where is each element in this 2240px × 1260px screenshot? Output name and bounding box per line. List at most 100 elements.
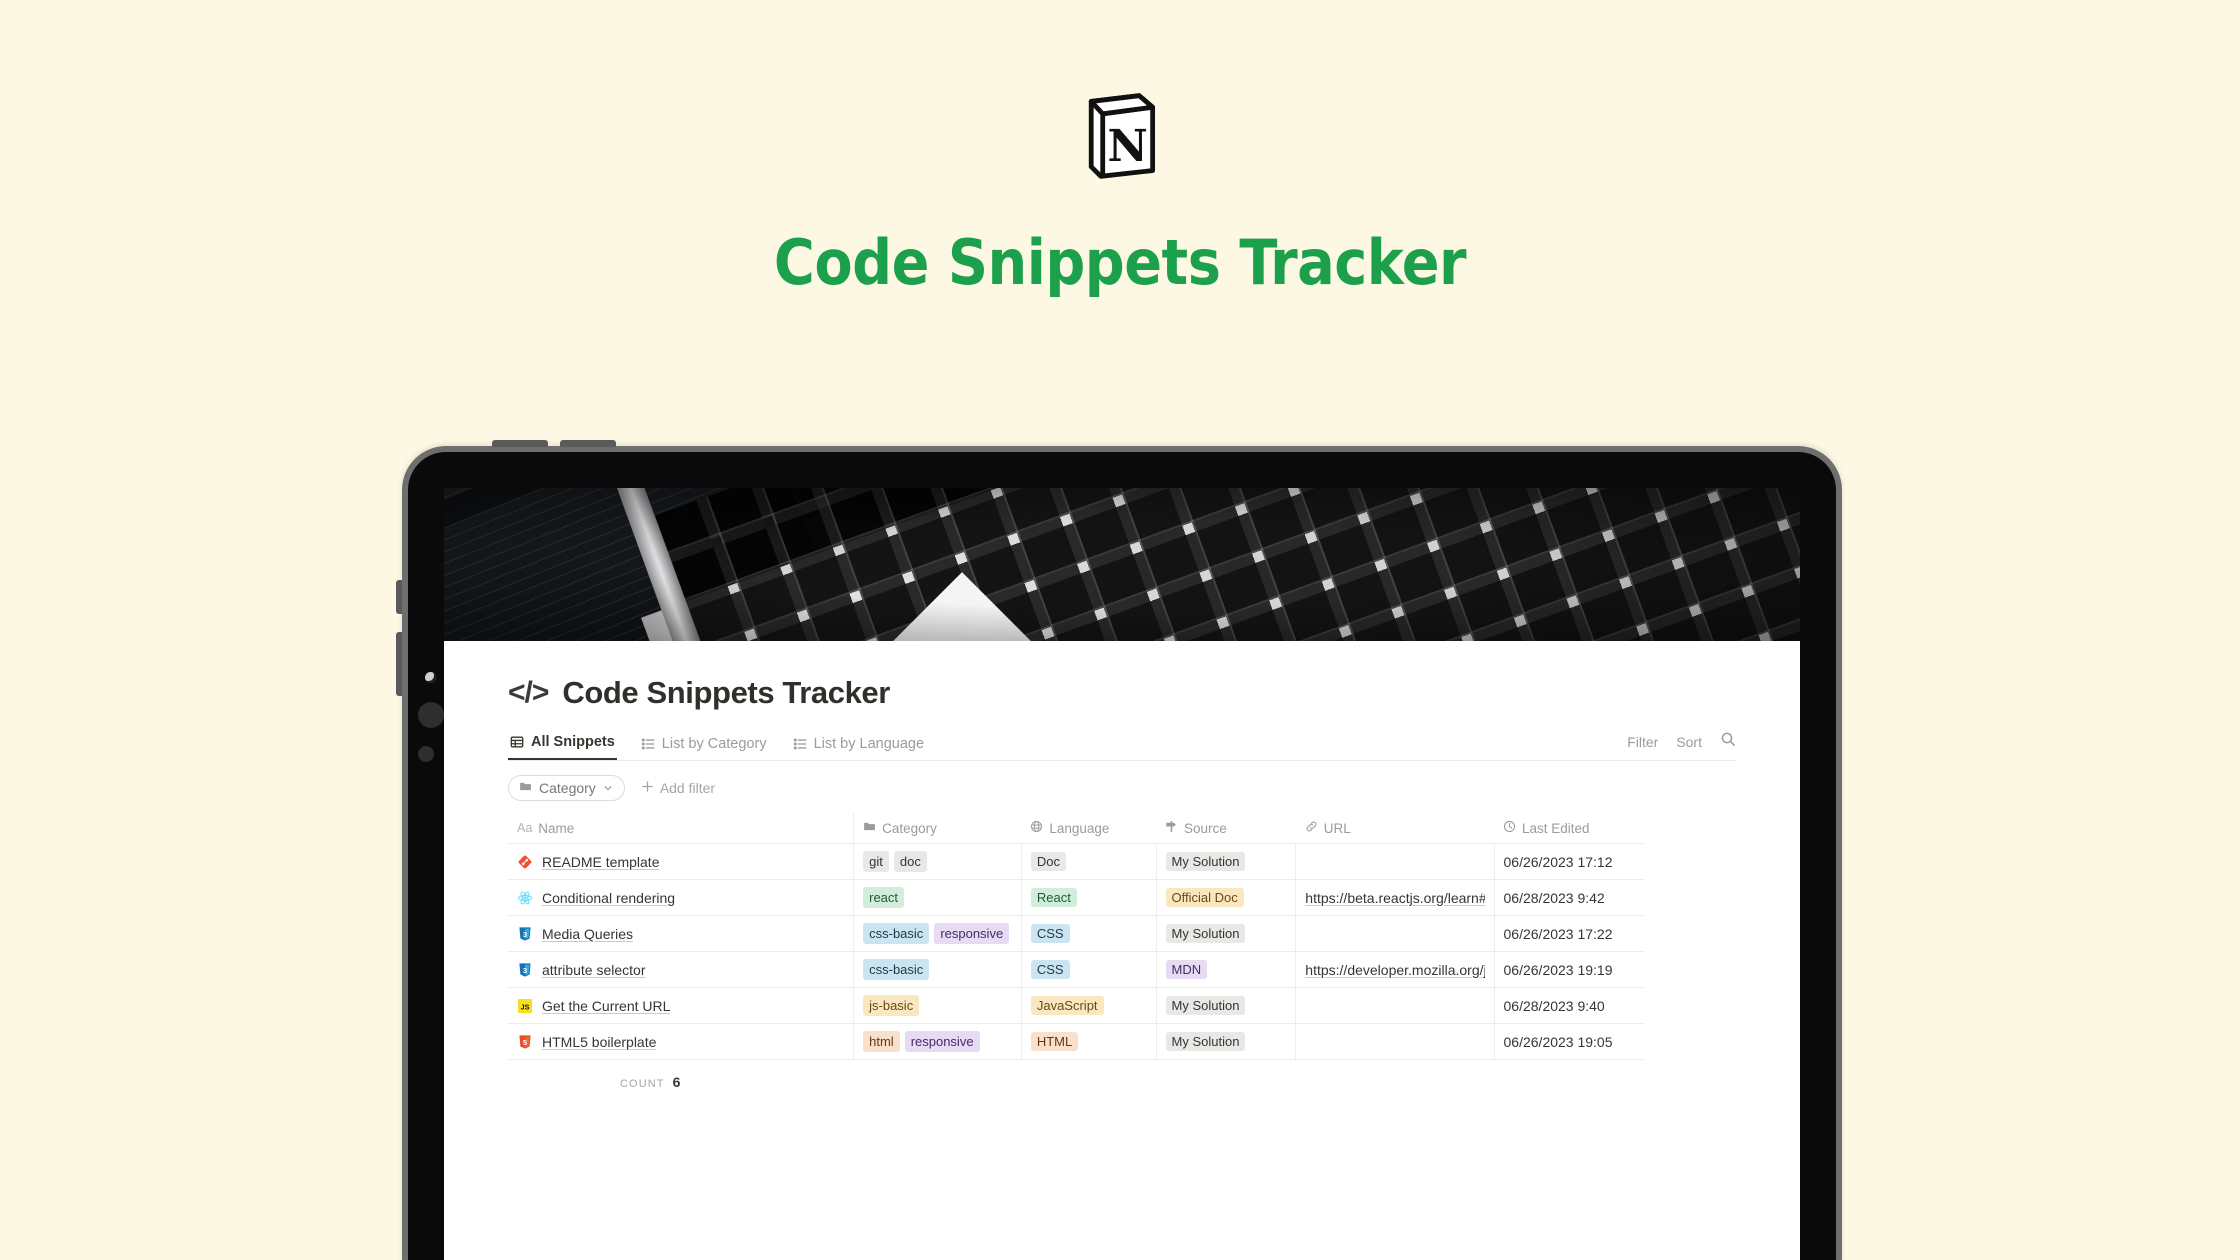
snippet-name[interactable]: Media Queries (542, 926, 633, 942)
column-label: Source (1184, 820, 1227, 836)
tag-pill: MDN (1165, 960, 1208, 979)
tag-pill: Official Doc (1165, 888, 1244, 907)
css3-icon: 3 (519, 926, 531, 941)
cell-language[interactable]: React (1021, 879, 1157, 916)
tag-pill: My Solution (1165, 852, 1246, 871)
add-filter-label: Add filter (659, 780, 716, 796)
table-row[interactable]: README template git doc Doc My Solution 06/26… (508, 843, 1644, 880)
tab-label: List by Category (661, 736, 767, 752)
filter-pill-category[interactable]: Category (508, 775, 625, 801)
link-icon (1305, 820, 1318, 836)
tablet-sensor-small (418, 746, 434, 762)
cell-language[interactable]: JavaScript (1021, 987, 1157, 1024)
cell-last-edited: 06/26/2023 19:05 (1494, 1023, 1644, 1060)
folder-icon (519, 780, 532, 796)
tablet-screen: </> Code Snippets Tracker All Snippets L… (444, 488, 1800, 1260)
table-row[interactable]: 3 Media Queries css-basic responsive CSS My S… (508, 915, 1644, 952)
table-row[interactable]: 5 HTML5 boilerplate html responsive HTML My S… (508, 1023, 1644, 1060)
column-label: URL (1323, 820, 1351, 836)
cell-source[interactable]: Official Doc (1156, 879, 1297, 916)
cell-source[interactable]: My Solution (1156, 1023, 1297, 1060)
snippet-name[interactable]: README template (542, 854, 659, 870)
notion-page: </> Code Snippets Tracker All Snippets L… (444, 675, 1800, 1090)
column-label: Last Edited (1522, 820, 1590, 836)
cell-category[interactable]: html responsive (853, 1023, 1022, 1060)
tablet-sensor-large (418, 702, 444, 728)
column-header-category[interactable]: Category (853, 813, 1022, 844)
tag-pill: My Solution (1165, 924, 1246, 943)
cell-name[interactable]: README template (508, 843, 855, 880)
table-row[interactable]: JS Get the Current URL js-basic JavaScript M… (508, 987, 1644, 1024)
cell-source[interactable]: My Solution (1156, 915, 1297, 952)
tag-pill: css-basic (863, 959, 930, 980)
search-icon[interactable] (1720, 731, 1736, 752)
cell-source[interactable]: MDN (1156, 951, 1297, 988)
cell-name[interactable]: 5 HTML5 boilerplate (508, 1023, 855, 1060)
cell-name[interactable]: 3 attribute selector (508, 951, 855, 988)
tag-pill: My Solution (1165, 996, 1246, 1015)
cell-language[interactable]: CSS (1021, 915, 1157, 952)
tab-list-by-category[interactable]: List by Category (639, 734, 769, 760)
tab-list-by-language[interactable]: List by Language (791, 734, 926, 760)
cell-last-edited: 06/26/2023 17:22 (1494, 915, 1644, 952)
list-view-icon (793, 737, 807, 751)
plus-icon (641, 780, 654, 796)
column-header-last-edited[interactable]: Last Edited (1494, 813, 1644, 844)
snippet-name[interactable]: Conditional rendering (542, 890, 675, 906)
tag-pill: js-basic (863, 995, 920, 1016)
sort-button[interactable]: Sort (1676, 734, 1702, 750)
cell-name[interactable]: 3 Media Queries (508, 915, 855, 952)
cell-url[interactable] (1295, 1023, 1495, 1060)
snippets-table: Aa Name Category Language Source URL Las… (508, 813, 1644, 1060)
column-header-name[interactable]: Aa Name (508, 813, 855, 844)
cell-language[interactable]: HTML (1021, 1023, 1157, 1060)
globe-icon (1030, 820, 1043, 836)
cell-category[interactable]: git doc (853, 843, 1022, 880)
snippet-name[interactable]: attribute selector (542, 962, 646, 978)
url-link[interactable]: https://developer.mozilla.org/j (1305, 962, 1484, 978)
cell-url[interactable] (1295, 843, 1495, 880)
page-title-row: </> Code Snippets Tracker (508, 675, 1736, 711)
tab-all-snippets[interactable]: All Snippets (508, 732, 617, 760)
tablet-volume-up-button (396, 580, 402, 614)
filter-button[interactable]: Filter (1627, 734, 1658, 750)
cover-photo-laptop-keyboard (444, 488, 1800, 641)
tablet-top-button-2 (560, 440, 616, 447)
column-header-language[interactable]: Language (1021, 813, 1157, 844)
column-header-source[interactable]: Source (1156, 813, 1296, 844)
row-count: COUNT 6 (508, 1074, 1736, 1090)
cell-url[interactable] (1295, 915, 1495, 952)
html5-icon: 5 (519, 1034, 531, 1049)
column-header-url[interactable]: URL (1295, 813, 1495, 844)
notion-logo-icon: N (1072, 88, 1168, 184)
tag-pill: responsive (934, 923, 1010, 944)
cell-source[interactable]: My Solution (1156, 987, 1297, 1024)
tab-label: All Snippets (531, 734, 615, 750)
table-body: README template git doc Doc My Solution 06/26… (508, 843, 1644, 1060)
cell-url[interactable]: https://developer.mozilla.org/j (1295, 951, 1495, 988)
table-header-row: Aa Name Category Language Source URL Las… (508, 813, 1644, 844)
hero-title: Code Snippets Tracker (773, 226, 1467, 299)
cell-url[interactable]: https://beta.reactjs.org/learn# (1295, 879, 1495, 916)
cell-language[interactable]: Doc (1021, 843, 1157, 880)
cell-name[interactable]: JS Get the Current URL (508, 987, 855, 1024)
url-link[interactable]: https://beta.reactjs.org/learn# (1305, 890, 1484, 906)
cell-url[interactable] (1295, 987, 1495, 1024)
cell-category[interactable]: js-basic (853, 987, 1022, 1024)
table-row[interactable]: 3 attribute selector css-basic CSS MDN https:… (508, 951, 1644, 988)
column-label: Category (882, 820, 937, 836)
cell-category[interactable]: css-basic (853, 951, 1022, 988)
add-filter-button[interactable]: Add filter (641, 780, 715, 796)
cell-source[interactable]: My Solution (1156, 843, 1297, 880)
column-label: Name (538, 820, 575, 836)
tag-pill: React (1030, 888, 1077, 907)
snippet-name[interactable]: HTML5 boilerplate (542, 1034, 656, 1050)
cell-name[interactable]: Conditional rendering (508, 879, 855, 916)
tag-pill: Doc (1030, 852, 1066, 871)
table-row[interactable]: Conditional rendering react React Official … (508, 879, 1644, 916)
cell-category[interactable]: css-basic responsive (853, 915, 1022, 952)
cell-language[interactable]: CSS (1021, 951, 1157, 988)
cell-category[interactable]: react (853, 879, 1022, 916)
table-view-icon (510, 735, 524, 749)
snippet-name[interactable]: Get the Current URL (542, 998, 670, 1014)
